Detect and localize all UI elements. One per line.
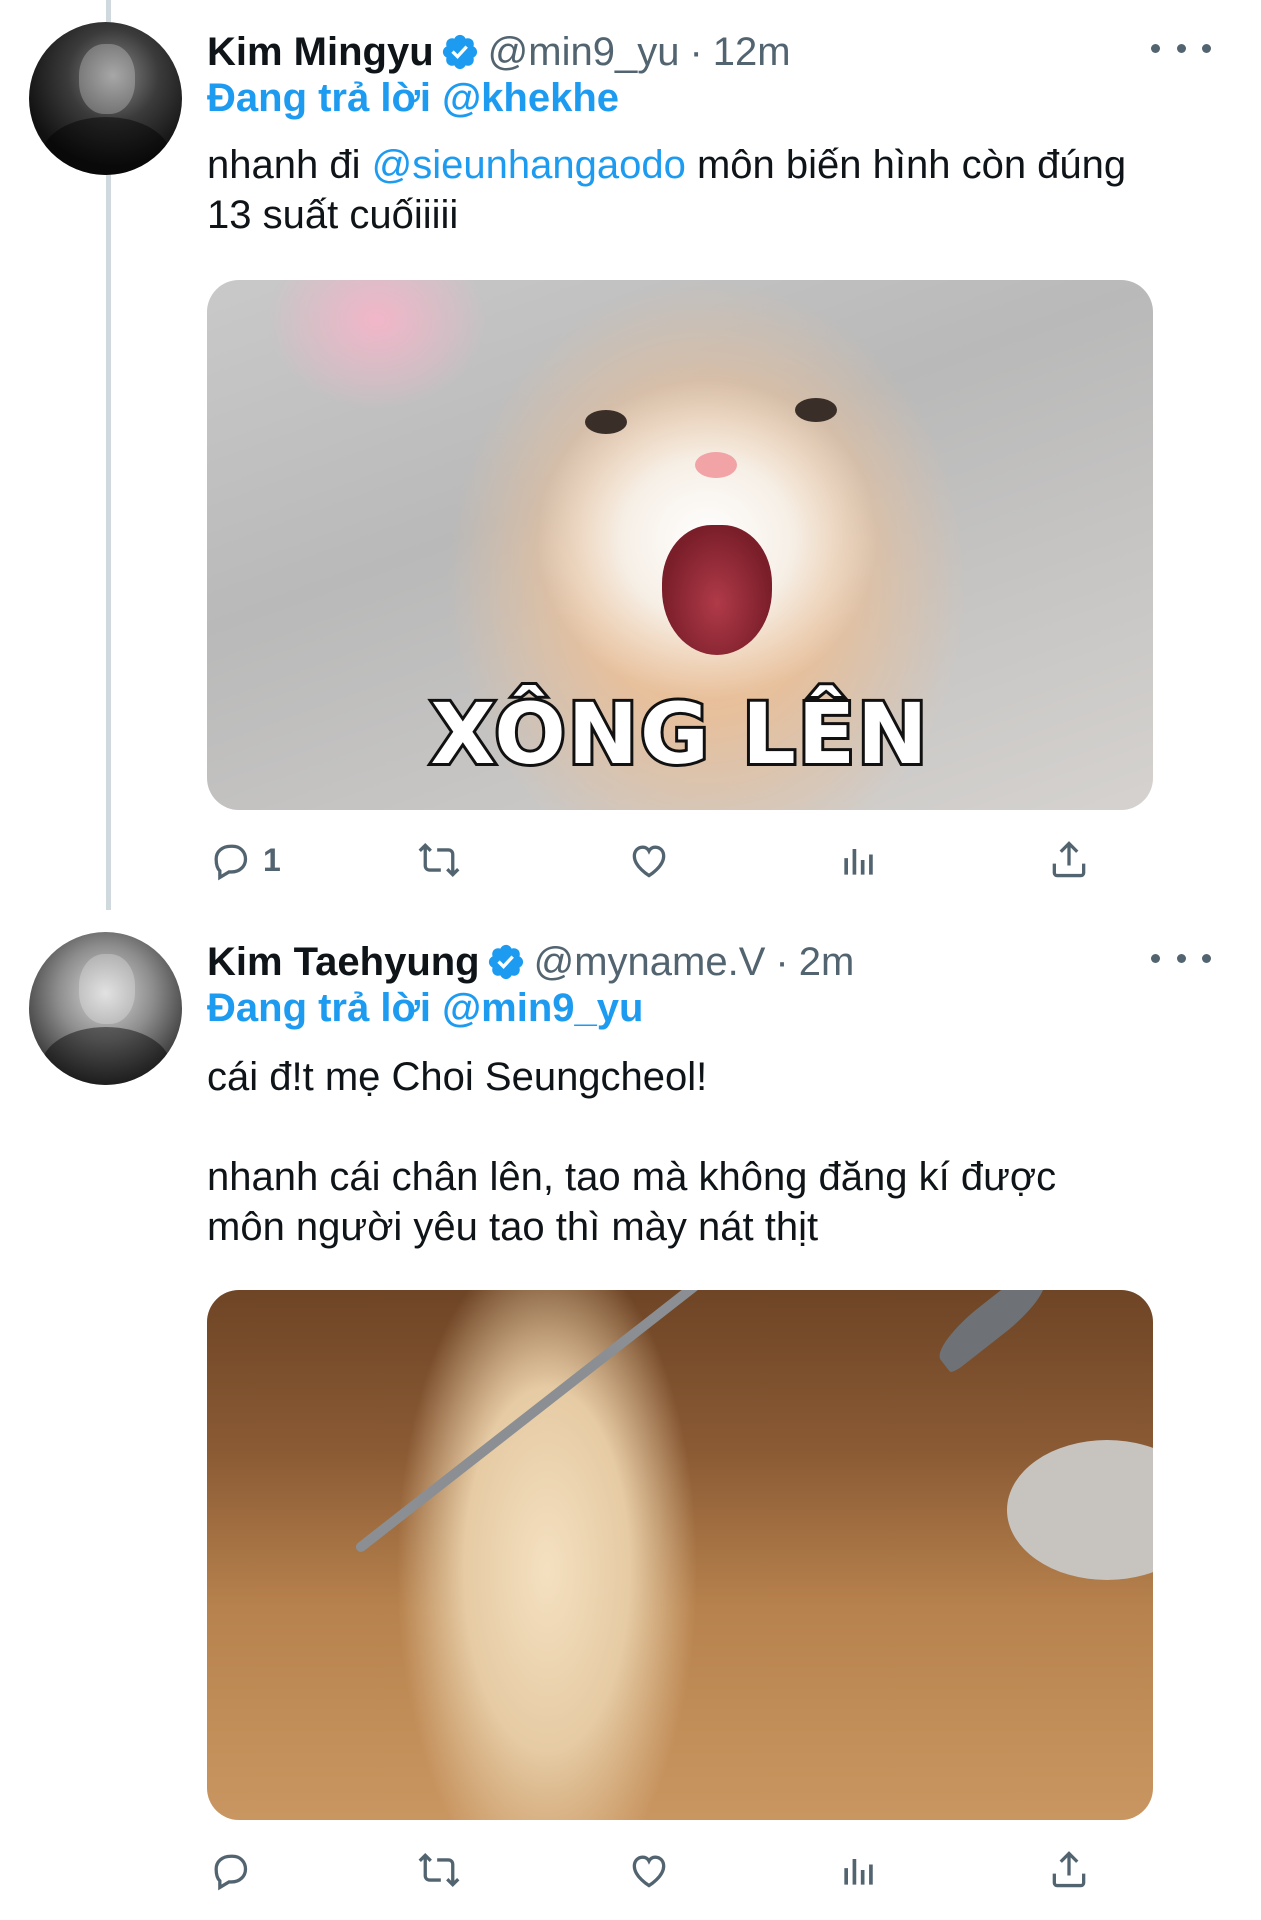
share-button[interactable] — [1047, 1840, 1091, 1900]
spear — [353, 1290, 1007, 1554]
more-icon[interactable] — [1151, 940, 1211, 976]
cat-eye — [585, 410, 627, 434]
avatar[interactable] — [29, 22, 182, 175]
mention-link[interactable]: @sieunhangaodo — [372, 143, 686, 187]
tweet-text-line: cái đ!t mẹ Choi Seungcheol! — [207, 1055, 708, 1099]
reply-icon — [214, 1854, 248, 1891]
tweet-image[interactable] — [207, 1290, 1153, 1820]
cat-nose — [695, 452, 737, 478]
tweet-text-line: nhanh cái chân lên, tao mà không đăng kí… — [207, 1155, 1057, 1199]
share-icon — [1052, 841, 1086, 878]
user-handle[interactable]: @myname.V — [534, 940, 766, 985]
replying-to: Đang trả lời @min9_yu — [207, 986, 643, 1031]
retweet-button[interactable] — [417, 830, 461, 890]
more-icon[interactable] — [1151, 30, 1211, 66]
like-icon — [632, 1855, 666, 1888]
retweet-button[interactable] — [417, 1840, 461, 1900]
avatar-shoulder — [41, 117, 171, 175]
tweet[interactable]: Kim Mingyu @min9_yu · 12m Đang trả lời @… — [0, 0, 1261, 900]
display-name[interactable]: Kim Taehyung — [207, 940, 480, 985]
views-icon — [844, 1859, 873, 1885]
retweet-icon — [418, 1852, 460, 1888]
tweet-header: Kim Taehyung @myname.V · 2m — [207, 934, 854, 990]
separator-dot: · — [775, 939, 789, 984]
tweet-actions — [207, 1840, 1107, 1900]
like-icon — [632, 845, 666, 878]
user-handle[interactable]: @min9_yu — [488, 30, 680, 75]
cat-eye — [795, 398, 837, 422]
replying-to-handle[interactable]: @min9_yu — [442, 986, 643, 1030]
verified-badge-icon — [488, 944, 523, 980]
retweet-icon — [418, 842, 460, 878]
avatar-head — [79, 44, 135, 114]
separator-dot: · — [689, 29, 703, 74]
like-button[interactable] — [627, 830, 671, 890]
tweet-text: nhanh đi @sieunhangaodo môn biến hình cò… — [207, 140, 1167, 240]
timestamp[interactable]: 2m — [799, 940, 855, 985]
replying-to: Đang trả lời @khekhe — [207, 76, 619, 121]
replying-to-handle[interactable]: @khekhe — [442, 76, 619, 120]
avatar[interactable] — [29, 932, 182, 1085]
tweet-header: Kim Mingyu @min9_yu · 12m — [207, 24, 791, 80]
replying-to-prefix: Đang trả lời — [207, 986, 432, 1030]
tweet-image[interactable]: XÔNG LÊN — [207, 280, 1153, 810]
reply-count: 1 — [263, 841, 281, 878]
like-button[interactable] — [627, 1840, 671, 1900]
reply-button[interactable]: 1 — [207, 830, 281, 890]
reply-icon — [214, 844, 248, 881]
views-icon — [844, 849, 873, 875]
spear-tip — [929, 1290, 1055, 1375]
avatar-shoulder — [41, 1027, 171, 1085]
reply-button[interactable] — [207, 1840, 263, 1900]
avatar-head — [79, 954, 135, 1024]
verified-badge-icon — [442, 34, 477, 70]
image-caption: XÔNG LÊN — [428, 682, 931, 786]
tweet-actions: 1 — [207, 830, 1107, 890]
cushion — [1007, 1440, 1153, 1580]
timestamp[interactable]: 12m — [713, 30, 791, 75]
cat-mouth — [662, 525, 772, 655]
display-name[interactable]: Kim Mingyu — [207, 30, 434, 75]
share-icon — [1052, 1851, 1086, 1888]
replying-to-prefix: Đang trả lời — [207, 76, 432, 120]
views-button[interactable] — [837, 830, 881, 890]
share-button[interactable] — [1047, 830, 1091, 890]
tweet-text-line: môn người yêu tao thì mày nát thịt — [207, 1205, 819, 1249]
tweet-text-start: nhanh đi — [207, 143, 361, 187]
views-button[interactable] — [837, 1840, 881, 1900]
